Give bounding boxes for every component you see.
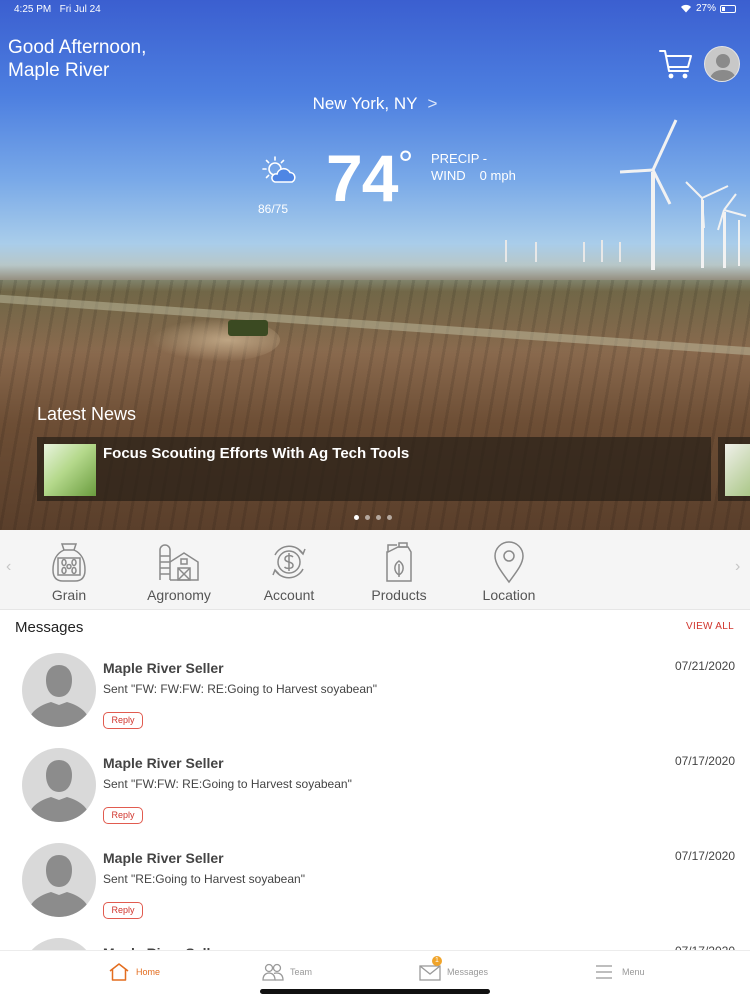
news-thumbnail [44, 444, 96, 496]
status-time: 4:25 PM Fri Jul 24 [14, 4, 101, 15]
hero-banner: 4:25 PM Fri Jul 24 27% Good Afternoon, M… [0, 0, 750, 530]
wind-label: WIND [431, 168, 466, 183]
grain-bag-icon [52, 543, 86, 582]
jug-icon [386, 542, 412, 582]
tractor-graphic [228, 320, 268, 336]
hi-lo-temperature: 86/75 [258, 202, 289, 216]
weather-location[interactable]: New York, NY > [0, 94, 750, 114]
distant-turbines-graphic [505, 240, 621, 262]
user-silhouette-icon [27, 855, 91, 917]
category-location[interactable]: Location [459, 530, 559, 610]
status-bar: 4:25 PM Fri Jul 24 27% [0, 0, 750, 18]
carousel-dots[interactable] [354, 515, 392, 520]
degree-symbol: ° [398, 144, 414, 186]
barn-icon [159, 544, 199, 581]
category-products[interactable]: Products [349, 530, 449, 610]
reply-button[interactable]: Reply [103, 807, 143, 824]
battery-percent: 27% [695, 3, 716, 14]
message-body: Sent "FW: FW:FW: RE:Going to Harvest soy… [103, 682, 377, 696]
chevron-right-icon[interactable]: › [735, 558, 740, 576]
category-label: Agronomy [147, 587, 211, 603]
message-sender: Maple River Seller [103, 660, 224, 676]
message-date: 07/17/2020 [674, 754, 735, 768]
message-item[interactable]: Maple River Seller Sent "FW: FW:FW: RE:G… [0, 653, 750, 748]
tab-team[interactable]: Team [262, 961, 312, 983]
category-account[interactable]: Account [239, 530, 339, 610]
chevron-right-icon: > [427, 94, 438, 113]
message-date: 07/17/2020 [674, 849, 735, 863]
tab-messages[interactable]: 1 Messages [419, 956, 489, 983]
news-card-next[interactable] [718, 437, 750, 501]
profile-avatar[interactable] [704, 46, 740, 82]
carousel-dot[interactable] [354, 515, 359, 520]
category-label: Products [371, 587, 427, 603]
user-silhouette-icon [27, 760, 91, 822]
message-body: Sent "FW:FW: RE:Going to Harvest soyabea… [103, 777, 352, 791]
news-card[interactable]: Focus Scouting Efforts With Ag Tech Tool… [37, 437, 711, 501]
news-headline: Focus Scouting Efforts With Ag Tech Tool… [103, 445, 410, 462]
message-item[interactable]: Maple River Seller Sent "FW:FW: RE:Going… [0, 748, 750, 843]
messages-title: Messages [15, 619, 84, 636]
greeting-line-2: Maple River [8, 60, 110, 81]
tab-team-label: Team [290, 967, 313, 977]
team-icon [262, 963, 284, 981]
tab-messages-label: Messages [447, 967, 489, 977]
wind-value: 0 mph [479, 168, 516, 183]
sender-avatar [22, 748, 96, 822]
partly-cloudy-icon [262, 156, 296, 183]
sender-avatar [22, 653, 96, 727]
battery-icon [720, 4, 736, 13]
news-thumbnail-next [725, 444, 750, 496]
message-body: Sent "RE:Going to Harvest soyabean" [103, 872, 305, 886]
category-label: Account [263, 587, 315, 603]
precip-value: - [482, 151, 488, 166]
tab-menu[interactable]: Menu [594, 961, 645, 983]
user-silhouette-icon [27, 665, 91, 727]
tab-home[interactable]: Home [108, 961, 160, 983]
latest-news-title: Latest News [37, 404, 137, 424]
wifi-icon [680, 4, 691, 13]
chevron-left-icon[interactable]: ‹ [6, 558, 11, 576]
message-date: 07/21/2020 [674, 659, 735, 673]
precip-row: PRECIP - [431, 151, 487, 166]
reply-button[interactable]: Reply [103, 712, 143, 729]
carousel-dot[interactable] [376, 515, 381, 520]
category-bar: ‹ › Grain Agronomy Account Products Loca… [0, 530, 750, 610]
map-pin-icon [494, 541, 524, 584]
message-item[interactable]: Maple River Seller Sent "RE:Going to Har… [0, 843, 750, 938]
sender-avatar [22, 843, 96, 917]
view-all-link[interactable]: VIEW ALL [686, 621, 734, 632]
category-label: Location [482, 587, 536, 603]
status-right: 27% [680, 3, 736, 14]
greeting: Good Afternoon, Maple River [8, 36, 146, 82]
carousel-dot[interactable] [387, 515, 392, 520]
messages-badge: 1 [432, 956, 442, 966]
message-sender: Maple River Seller [103, 755, 224, 771]
location-name: New York, NY [312, 94, 418, 113]
carousel-dot[interactable] [365, 515, 370, 520]
hamburger-menu-icon [596, 965, 612, 979]
home-icon [109, 963, 129, 981]
precip-label: PRECIP [431, 151, 480, 166]
greeting-line-1: Good Afternoon, [8, 37, 147, 58]
current-temperature: 74 [326, 141, 398, 215]
tab-home-label: Home [136, 967, 161, 977]
user-silhouette-icon [709, 54, 737, 81]
reply-button[interactable]: Reply [103, 902, 143, 919]
category-agronomy[interactable]: Agronomy [129, 530, 229, 610]
dollar-cycle-icon [272, 545, 306, 579]
message-sender: Maple River Seller [103, 850, 224, 866]
category-grain[interactable]: Grain [19, 530, 119, 610]
category-label: Grain [51, 587, 87, 603]
tab-menu-label: Menu [622, 967, 645, 977]
home-indicator[interactable] [260, 989, 490, 994]
wind-row: WIND 0 mph [431, 168, 516, 183]
cart-icon[interactable] [658, 46, 694, 82]
